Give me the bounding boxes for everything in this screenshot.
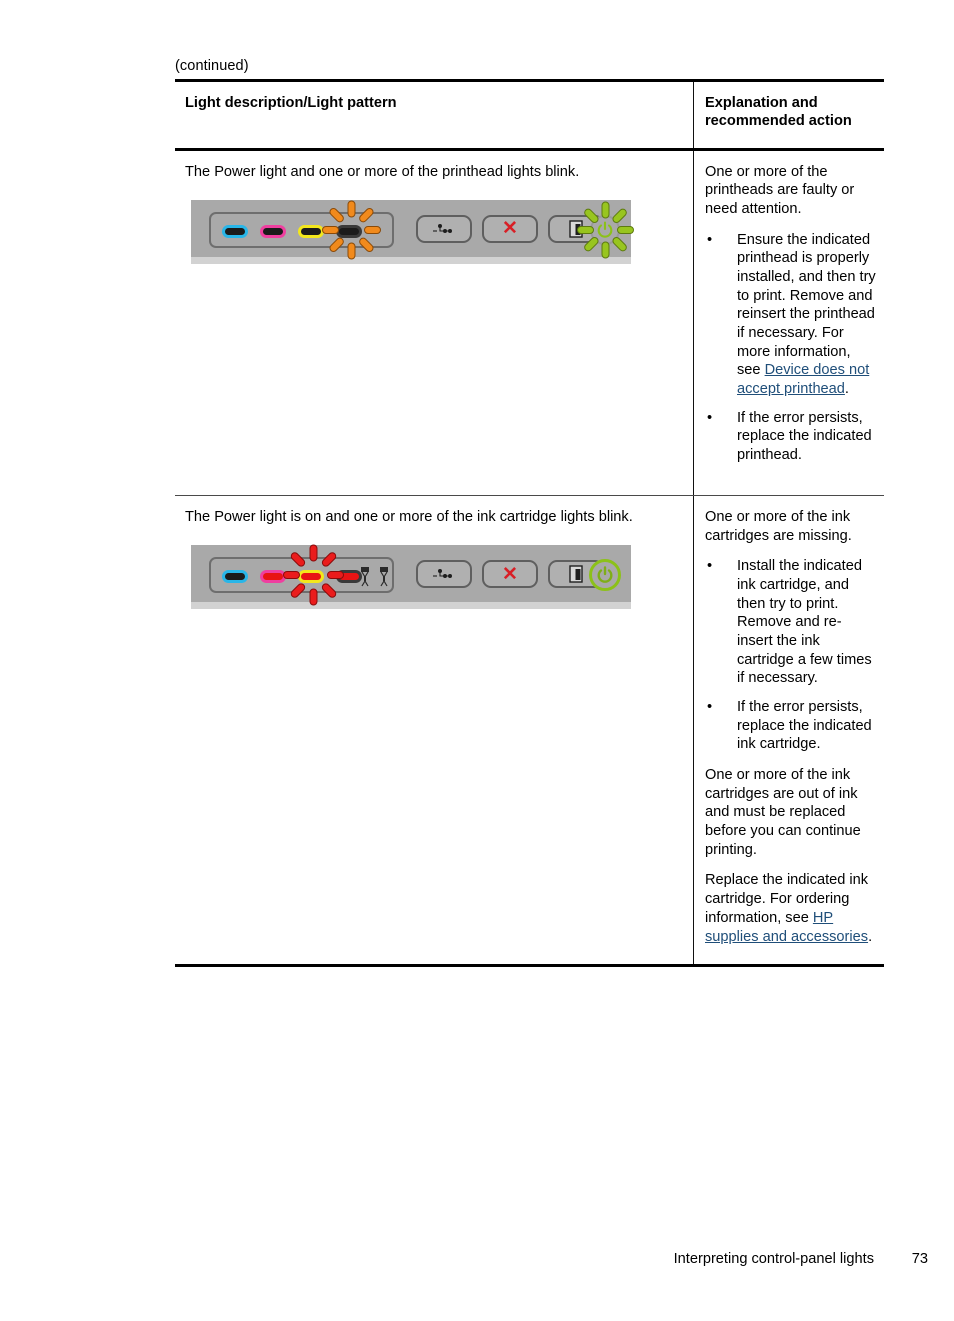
- row-1-action-list: • Ensure the indicated printhead is prope…: [705, 231, 876, 465]
- network-button[interactable]: [416, 560, 472, 589]
- power-symbol-icon: [597, 221, 613, 239]
- power-button-on[interactable]: [583, 553, 627, 597]
- row-2-explanation: One or more of the ink cartridges are mi…: [705, 509, 852, 544]
- action-text-before: Install the indicated ink cartridge, and…: [737, 558, 872, 687]
- row-2-explanation-cell: One or more of the ink cartridges are mi…: [693, 496, 884, 965]
- footer-page-number: 73: [911, 1251, 928, 1267]
- control-panel-illustration-2: ✕: [191, 544, 631, 610]
- row-1-description: The Power light and one or more of the p…: [185, 163, 580, 180]
- row-2-description: The Power light is on and one or more of…: [185, 509, 633, 526]
- row-2-extra-paragraph: One or more of the ink cartridges are ou…: [705, 767, 861, 858]
- cancel-button[interactable]: ✕: [482, 214, 538, 243]
- header-cell-left: Light description/Light pattern: [175, 82, 693, 148]
- action-text-before: If the error persists, replace the indic…: [737, 699, 872, 753]
- bullet-icon: •: [707, 409, 713, 426]
- printhead-light-magenta: [260, 224, 286, 238]
- printhead-light-cyan: [222, 224, 248, 238]
- table-row: The Power light is on and one or more of…: [175, 496, 884, 965]
- footer-section-title: Interpreting control-panel lights: [673, 1251, 874, 1267]
- row-2-action-list: • Install the indicated ink cartridge, an…: [705, 557, 876, 754]
- list-item: • Install the indicated ink cartridge, an…: [705, 557, 876, 688]
- row-1-explanation-cell: One or more of the printheads are faulty…: [693, 150, 884, 495]
- control-panel-illustration-1: ✕: [191, 199, 634, 264]
- printhead-light-black: [336, 224, 362, 238]
- bullet-icon: •: [707, 231, 713, 248]
- paragraph-text-after: .: [868, 928, 873, 945]
- ink-light-yellow: [298, 570, 324, 584]
- header-explanation: Explanation and recommended action: [705, 95, 852, 129]
- list-item: • If the error persists, replace the indi…: [705, 409, 876, 465]
- action-text-before: Ensure the indicated printhead is proper…: [737, 231, 876, 379]
- printhead-glyph-icon: [378, 566, 390, 588]
- printhead-glyph-icon: [359, 566, 371, 588]
- light-pattern-table: Light description/Light pattern Explanat…: [175, 79, 884, 968]
- ink-light-magenta: [260, 570, 286, 584]
- table-bottom-rule: [175, 964, 884, 968]
- cancel-x-icon: ✕: [502, 563, 518, 585]
- cancel-button[interactable]: ✕: [482, 560, 538, 589]
- network-icon: [433, 569, 452, 579]
- list-item: • Ensure the indicated printhead is prope…: [705, 231, 876, 399]
- printhead-light-group: [209, 211, 394, 248]
- header-light-description: Light description/Light pattern: [185, 95, 397, 111]
- network-button[interactable]: [416, 214, 472, 243]
- row-1-description-cell: The Power light and one or more of the p…: [175, 151, 693, 495]
- table-header-row: Light description/Light pattern Explanat…: [175, 82, 884, 148]
- bullet-icon: •: [707, 699, 713, 716]
- power-button-blinking[interactable]: [576, 201, 634, 259]
- bullet-icon: •: [707, 558, 713, 575]
- action-text-after: .: [844, 380, 849, 397]
- ink-cartridge-light-group: [209, 557, 394, 594]
- printhead-glyph-group: [359, 566, 393, 590]
- row-1-explanation: One or more of the printheads are faulty…: [705, 163, 855, 217]
- header-cell-right: Explanation and recommended action: [693, 82, 884, 148]
- continued-label: (continued): [175, 58, 249, 74]
- row-2-description-cell: The Power light is on and one or more of…: [175, 496, 693, 964]
- ink-light-cyan: [222, 570, 248, 584]
- resume-page-icon: [569, 565, 583, 583]
- panel-base-strip: [191, 256, 631, 264]
- document-page: (continued) Light description/Light patt…: [0, 0, 954, 1321]
- table-row: The Power light and one or more of the p…: [175, 150, 884, 495]
- network-icon: [433, 223, 452, 233]
- row-2-extra-paragraph: Replace the indicated ink cartridge. For…: [705, 871, 876, 946]
- resume-page-icon: [569, 219, 583, 238]
- cancel-x-icon: ✕: [502, 218, 518, 240]
- printhead-light-yellow: [298, 224, 324, 238]
- paragraph-text-before: Replace the indicated ink cartridge. For…: [705, 872, 869, 926]
- power-symbol-icon: [597, 566, 613, 584]
- action-text-before: If the error persists, replace the indic…: [737, 409, 872, 463]
- list-item: • If the error persists, replace the indi…: [705, 698, 876, 754]
- panel-base-strip: [191, 602, 631, 610]
